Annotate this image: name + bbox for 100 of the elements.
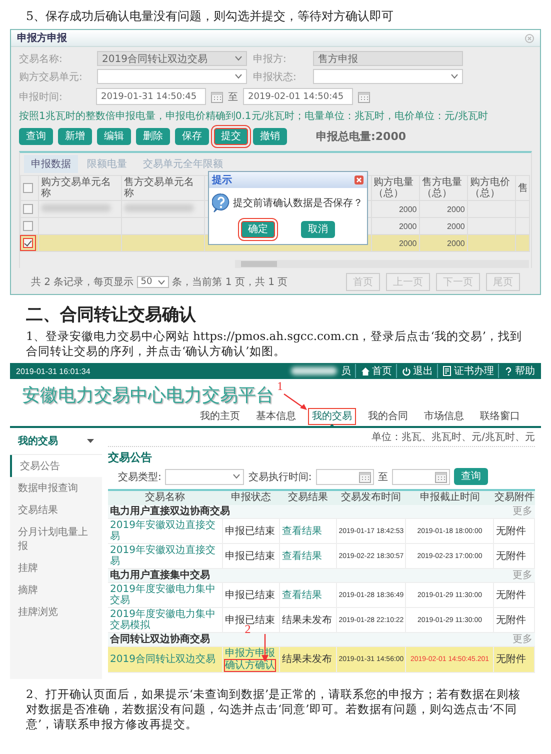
range-separator: 至	[228, 90, 238, 104]
sidebar-title: 我的交易	[18, 434, 58, 448]
calendar-icon[interactable]	[358, 90, 370, 102]
sidebar-item[interactable]: 分月计划电量上报	[10, 521, 102, 557]
close-icon[interactable]	[354, 175, 364, 185]
top-link[interactable]: 首页	[372, 364, 392, 378]
column-header: 售方交易单元名称	[122, 176, 205, 200]
field-label: 申报状态:	[253, 70, 298, 84]
column-header: 交易发布时间	[336, 490, 406, 505]
status-text: 申报已结束	[224, 526, 275, 536]
nav-link[interactable]: 基本信息	[255, 411, 297, 422]
group-title: 合同转让双边协商交易	[110, 634, 210, 645]
result-link[interactable]: 查看结果	[279, 582, 337, 608]
clock-text: 2019-01-31 16:01:34	[16, 366, 90, 376]
field-label: 购方交易单元:	[19, 70, 84, 84]
dialog-button[interactable]: 取消	[301, 221, 335, 238]
toolbar-button[interactable]: 新增	[58, 128, 92, 145]
toolbar-button[interactable]: 撤销	[253, 128, 287, 145]
field-label: 交易名称:	[19, 52, 64, 66]
nav-link[interactable]: 联络窗口	[479, 411, 521, 422]
status-text: 申报已结束	[224, 550, 275, 562]
top-link[interactable]: 证书办理	[454, 364, 494, 378]
page-size-select[interactable]: 50	[136, 276, 170, 288]
column-header: 售方电量（总）	[419, 176, 468, 200]
tab[interactable]: 申报数据	[24, 155, 78, 173]
caret-icon	[451, 74, 458, 79]
trade-link[interactable]: 2019年度安徽电力集中交易	[108, 582, 222, 608]
table-cell: 结果未发布	[279, 646, 337, 672]
table-cell: 2000	[371, 200, 420, 218]
calendar-icon[interactable]	[358, 470, 371, 482]
nav-link[interactable]: 我的合同	[367, 411, 409, 422]
toolbar-button[interactable]: 查询	[19, 128, 53, 145]
pager-text: 条，当前第 1 页，共 1 页	[172, 276, 288, 289]
select-field[interactable]	[97, 69, 247, 84]
column-header: 申报状态	[222, 490, 280, 505]
date-field[interactable]	[316, 468, 374, 484]
site-logo: 安徽电力交易中心电力交易平台	[22, 385, 274, 407]
question-icon	[212, 193, 230, 213]
more-link[interactable]: 更多	[512, 506, 532, 517]
group-title: 电力用户直接双边协商交易	[110, 506, 230, 517]
top-link[interactable]: 帮助	[515, 364, 535, 378]
select-field[interactable]	[313, 69, 463, 84]
column-header: 申报截止时间	[406, 490, 494, 505]
group-title: 电力用户直接集中交易	[110, 570, 210, 581]
total-label: 申报总电量:2000	[316, 129, 406, 144]
close-icon[interactable]	[525, 34, 534, 42]
date-field[interactable]: 2019-01-31 14:50:45	[96, 88, 206, 105]
sidebar-item[interactable]: 交易结果	[10, 499, 102, 521]
column-header: 售	[515, 176, 530, 200]
calendar-icon[interactable]	[211, 90, 223, 102]
field-label: 申报时间:	[19, 90, 64, 104]
nav-link[interactable]: 市场信息	[423, 411, 465, 422]
toolbar-button[interactable]: 删除	[136, 128, 170, 145]
home-icon	[361, 366, 370, 376]
sidebar-item[interactable]: 挂牌	[10, 557, 102, 579]
table-cell: 2000	[419, 200, 468, 218]
sidebar-item[interactable]: 交易公告	[10, 455, 102, 477]
status-link[interactable]: 确认方确认	[224, 660, 275, 671]
paragraph: 2、打开确认页面后，如果提示‘未查询到数据’是正常的，请联系您的申报方；若有数据在则核对数据是否准确，若数据没有问题，勾选并点击‘同意’即可。若数据有问题，则勾选点击‘不同意’，请联系申报方修改再提交。	[26, 687, 522, 732]
toolbar-button[interactable]: 提交	[214, 128, 248, 145]
date-field[interactable]	[392, 468, 450, 484]
callout-arrow	[283, 393, 309, 411]
select-field[interactable]	[165, 468, 244, 484]
table-cell: 2000	[371, 234, 420, 252]
caret-icon[interactable]	[87, 439, 94, 443]
column-header: 购方交易单元名称	[38, 176, 122, 200]
top-link[interactable]: 退出	[413, 364, 433, 378]
scrollbar[interactable]	[235, 260, 529, 268]
more-link[interactable]: 更多	[512, 570, 532, 581]
trade-link[interactable]: 2019年安徽双边直接交易	[108, 518, 222, 544]
date-field[interactable]: 2019-02-01 14:50:45	[243, 88, 353, 105]
window-title: 申报方申报	[17, 31, 67, 45]
result-link[interactable]: 查看结果	[279, 518, 337, 544]
column-header: 购方电量（总）	[371, 176, 420, 200]
sidebar-item[interactable]: 摘牌	[10, 579, 102, 601]
callout-number: 1	[277, 379, 283, 394]
user-text: 员	[341, 365, 351, 378]
toolbar-button[interactable]: 保存	[175, 128, 209, 145]
sidebar-item[interactable]: 挂牌浏览	[10, 601, 102, 623]
trade-link[interactable]: 2019合同转让双边交易	[108, 646, 222, 672]
checkbox[interactable]	[23, 182, 33, 193]
more-link[interactable]: 更多	[512, 634, 532, 645]
table-cell: 无附件	[494, 518, 534, 544]
dialog-button[interactable]: 确定	[241, 221, 275, 238]
table-cell: 无附件	[494, 646, 534, 672]
sidebar-item[interactable]: 数据申报查询	[10, 477, 102, 499]
field-label: 申报方:	[253, 52, 288, 66]
toolbar-button[interactable]: 编辑	[97, 128, 131, 145]
caret-icon	[158, 280, 166, 284]
calendar-icon[interactable]	[434, 470, 447, 482]
status-text: 申报已结束	[224, 614, 275, 626]
checkbox[interactable]	[23, 204, 33, 214]
range-separator: 至	[378, 470, 388, 484]
checkbox[interactable]	[23, 238, 33, 248]
step-text: 5、保存成功后确认电量没有问题，则勾选并提交，等待对方确认即可	[26, 8, 395, 25]
document-icon	[443, 366, 452, 376]
search-button[interactable]: 查询	[454, 468, 488, 485]
filter-label: 交易执行时间:	[248, 470, 312, 484]
checkbox[interactable]	[23, 220, 33, 231]
nav-link[interactable]: 我的主页	[199, 411, 241, 422]
